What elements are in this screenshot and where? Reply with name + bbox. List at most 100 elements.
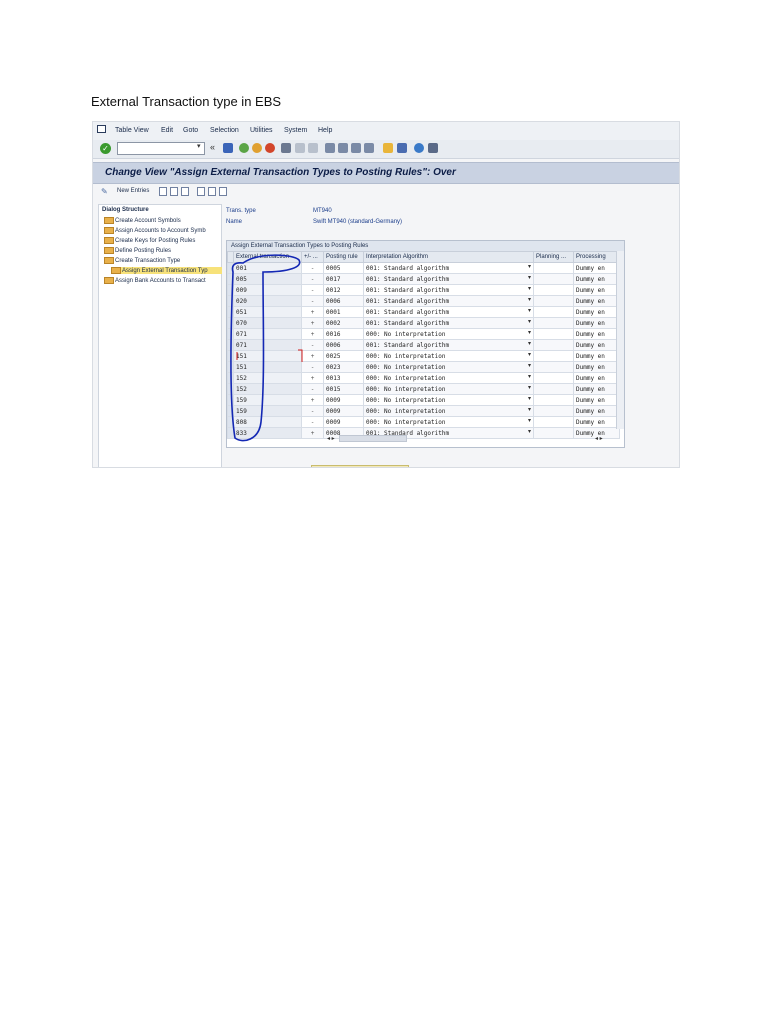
change-display-icon[interactable]: ✎ [101, 187, 108, 196]
processing-cell[interactable]: Dummy en [573, 317, 620, 329]
column-interpretation-algorithm[interactable]: Interpretation Algorithm [363, 251, 534, 263]
table-row[interactable]: 159 - 0009 000: No interpretation ▾ Dummy en [227, 405, 620, 417]
posting-rule-cell[interactable]: 0017 [323, 273, 364, 285]
processing-cell[interactable]: Dummy en [573, 350, 620, 362]
dropdown-arrow-icon[interactable]: ▾ [528, 341, 531, 347]
external-transaction-cell[interactable]: 009 [233, 284, 302, 296]
menu-selection[interactable]: Selection [210, 127, 239, 134]
copy-as-icon[interactable] [170, 187, 178, 196]
planning-cell[interactable] [533, 339, 574, 351]
table-row[interactable]: 151 +0025 000: No interpretation ▾ Dummy en [227, 350, 620, 362]
sign-cell[interactable]: + [301, 328, 324, 340]
interpretation-algorithm-cell[interactable]: 000: No interpretation ▾ [363, 350, 534, 362]
external-transaction-cell[interactable]: 020 [233, 295, 302, 307]
planning-cell[interactable] [533, 427, 574, 439]
posting-rule-cell[interactable]: 0006 [323, 339, 364, 351]
tree-node-create-transaction-type[interactable]: Create Transaction Type [104, 257, 222, 264]
external-transaction-cell[interactable]: 159 [233, 394, 302, 406]
processing-cell[interactable]: Dummy en [573, 284, 620, 296]
posting-rule-cell[interactable]: 0025 [323, 350, 364, 362]
planning-cell[interactable] [533, 383, 574, 395]
planning-cell[interactable] [533, 273, 574, 285]
dropdown-arrow-icon[interactable]: ▾ [528, 418, 531, 424]
column-posting-rule[interactable]: Posting rule [323, 251, 364, 263]
copy-icon[interactable] [159, 187, 167, 196]
find-icon[interactable] [295, 143, 305, 153]
posting-rule-cell[interactable]: 0009 [323, 394, 364, 406]
dropdown-arrow-icon[interactable]: ▾ [528, 264, 531, 270]
external-transaction-cell[interactable]: 151 [233, 361, 302, 373]
dropdown-arrow-icon[interactable]: ▾ [528, 319, 531, 325]
processing-cell[interactable]: Dummy en [573, 394, 620, 406]
back-icon[interactable] [239, 143, 249, 153]
column-sign[interactable]: +/- ... [301, 251, 324, 263]
external-transaction-cell[interactable]: 152 [233, 372, 302, 384]
planning-cell[interactable] [533, 295, 574, 307]
planning-cell[interactable] [533, 405, 574, 417]
column-planning[interactable]: Planning ... [533, 251, 574, 263]
sign-cell[interactable]: + [301, 350, 324, 362]
planning-cell[interactable] [533, 306, 574, 318]
posting-rule-cell[interactable]: 0015 [323, 383, 364, 395]
cancel-icon[interactable] [265, 143, 275, 153]
planning-cell[interactable] [533, 394, 574, 406]
processing-cell[interactable]: Dummy en [573, 416, 620, 428]
table-row[interactable]: 071 - 0006 001: Standard algorithm ▾ Dummy en [227, 339, 620, 351]
exit-icon[interactable] [252, 143, 262, 153]
dropdown-arrow-icon[interactable]: ▾ [528, 363, 531, 369]
dropdown-arrow-icon[interactable]: ▾ [528, 286, 531, 292]
menu-system[interactable]: System [284, 127, 307, 134]
planning-cell[interactable] [533, 317, 574, 329]
external-transaction-cell[interactable]: 070 [233, 317, 302, 329]
interpretation-algorithm-cell[interactable]: 000: No interpretation ▾ [363, 405, 534, 417]
new-session-icon[interactable] [383, 143, 393, 153]
interpretation-algorithm-cell[interactable]: 001: Standard algorithm ▾ [363, 262, 534, 274]
planning-cell[interactable] [533, 416, 574, 428]
tree-node-assign-accounts[interactable]: Assign Accounts to Account Symb [104, 227, 222, 234]
shortcut-icon[interactable] [397, 143, 407, 153]
interpretation-algorithm-cell[interactable]: 001: Standard algorithm ▾ [363, 317, 534, 329]
first-page-icon[interactable] [325, 143, 335, 153]
processing-cell[interactable]: Dummy en [573, 295, 620, 307]
table-row[interactable]: 833 +0008 001: Standard algorithm ▾ Dummy en [227, 427, 620, 439]
posting-rule-cell[interactable]: 0009 [323, 416, 364, 428]
next-page-icon[interactable] [351, 143, 361, 153]
dropdown-arrow-icon[interactable]: ▾ [528, 429, 531, 435]
select-block-icon[interactable] [208, 187, 216, 196]
sign-cell[interactable]: - [301, 339, 324, 351]
planning-cell[interactable] [533, 372, 574, 384]
table-row[interactable]: 020 - 0006 001: Standard algorithm ▾ Dummy en [227, 295, 620, 307]
table-row[interactable]: 070 +0002 001: Standard algorithm ▾ Dummy en [227, 317, 620, 329]
planning-cell[interactable] [533, 361, 574, 373]
sign-cell[interactable]: + [301, 372, 324, 384]
external-transaction-cell[interactable]: 071 [233, 328, 302, 340]
external-transaction-cell[interactable]: 151 [233, 350, 302, 362]
menu-help[interactable]: Help [318, 127, 332, 134]
interpretation-algorithm-cell[interactable]: 000: No interpretation ▾ [363, 328, 534, 340]
system-menu-icon[interactable] [97, 125, 106, 133]
planning-cell[interactable] [533, 284, 574, 296]
scroll-left-right-icon[interactable]: ◂ ▸ [595, 435, 603, 442]
processing-cell[interactable]: Dummy en [573, 273, 620, 285]
dropdown-arrow-icon[interactable]: ▾ [528, 407, 531, 413]
dropdown-arrow-icon[interactable]: ▾ [528, 308, 531, 314]
posting-rule-cell[interactable]: 0001 [323, 306, 364, 318]
sign-cell[interactable]: - [301, 416, 324, 428]
posting-rule-cell[interactable]: 0013 [323, 372, 364, 384]
previous-page-icon[interactable] [338, 143, 348, 153]
external-transaction-cell[interactable]: 152 [233, 383, 302, 395]
processing-cell[interactable]: Dummy en [573, 306, 620, 318]
external-transaction-cell[interactable]: 005 [233, 273, 302, 285]
table-row[interactable]: 159 +0009 000: No interpretation ▾ Dummy en [227, 394, 620, 406]
external-transaction-cell[interactable]: 833 [233, 427, 302, 439]
command-dropdown-icon[interactable]: ▾ [197, 142, 201, 150]
sign-cell[interactable]: - [301, 361, 324, 373]
save-icon[interactable] [223, 143, 233, 153]
interpretation-algorithm-cell[interactable]: 001: Standard algorithm ▾ [363, 273, 534, 285]
new-entries-button[interactable]: New Entries [117, 188, 149, 194]
table-row[interactable]: 152 - 0015 000: No interpretation ▾ Dummy en [227, 383, 620, 395]
sign-cell[interactable]: - [301, 405, 324, 417]
select-all-icon[interactable] [197, 187, 205, 196]
menu-edit[interactable]: Edit [161, 127, 173, 134]
sign-cell[interactable]: - [301, 262, 324, 274]
